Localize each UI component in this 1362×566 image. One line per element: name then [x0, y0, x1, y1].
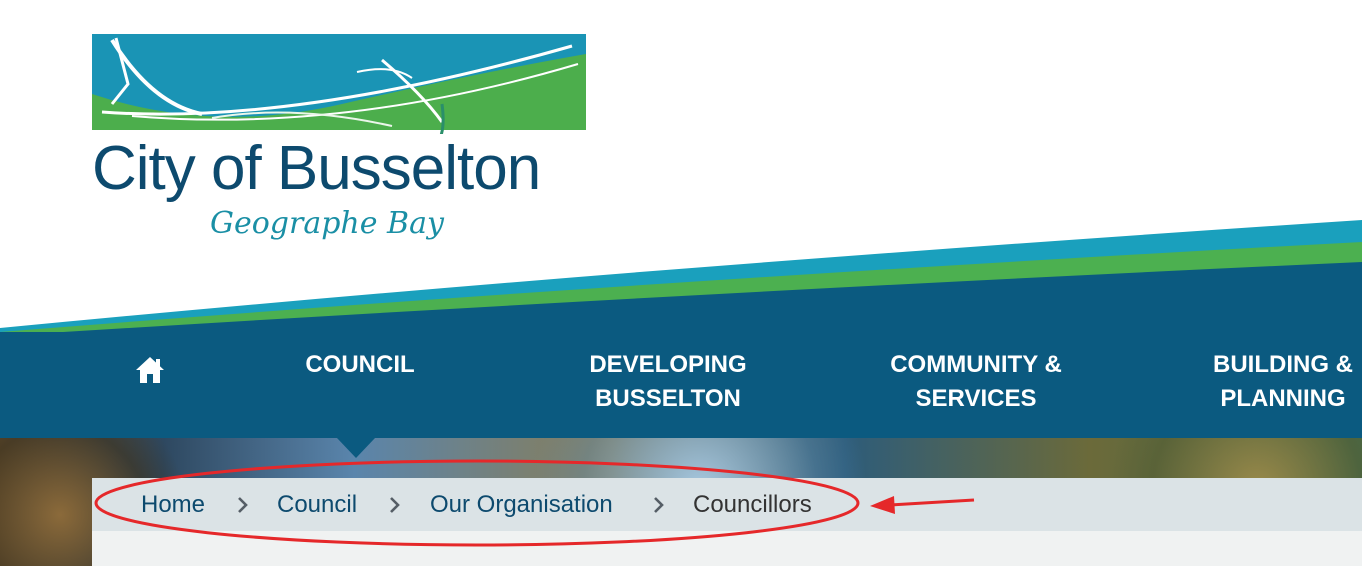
header-swoosh: [0, 220, 1362, 340]
home-glyph: [136, 357, 164, 383]
nav-item-building-planning[interactable]: BUILDING & PLANNING: [1198, 348, 1362, 416]
nav-item-council[interactable]: COUNCIL: [280, 348, 440, 382]
breadcrumb: Home Council Our Organisation Councillor…: [92, 478, 1362, 531]
chevron-right-icon: [238, 497, 248, 513]
main-navigation: COUNCIL DEVELOPING BUSSELTON COMMUNITY &…: [0, 332, 1362, 438]
breadcrumb-council[interactable]: Council: [277, 491, 357, 519]
breadcrumb-current: Councillors: [693, 491, 812, 518]
active-nav-pointer: [337, 438, 375, 458]
breadcrumb-our-organisation[interactable]: Our Organisation: [430, 491, 613, 519]
nav-item-community-services[interactable]: COMMUNITY & SERVICES: [866, 348, 1086, 416]
nav-item-developing-busselton[interactable]: DEVELOPING BUSSELTON: [570, 348, 766, 416]
logo-artwork: [92, 34, 586, 134]
chevron-right-icon: [654, 497, 664, 513]
chevron-right-icon: [390, 497, 400, 513]
logo-name: City of Busselton: [92, 134, 541, 203]
home-icon[interactable]: [134, 354, 166, 386]
breadcrumb-home[interactable]: Home: [141, 491, 205, 519]
content-panel: [92, 531, 1362, 566]
